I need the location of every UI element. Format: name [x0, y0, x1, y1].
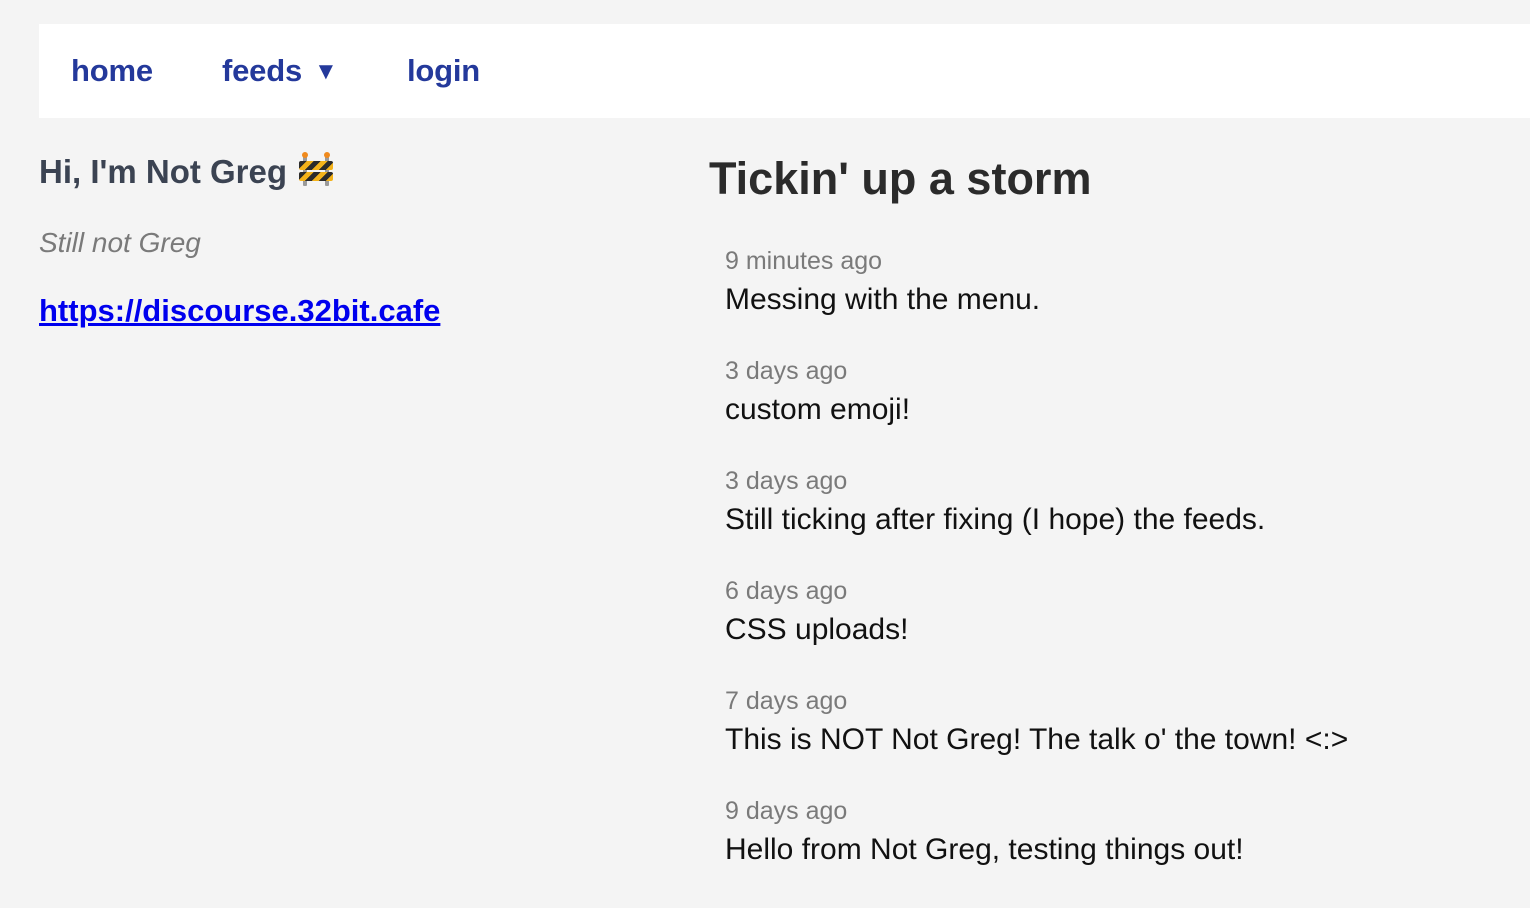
feed-item: 3 days ago Still ticking after fixing (I…	[725, 464, 1348, 574]
feed-item: 7 days ago This is NOT Not Greg! The tal…	[725, 684, 1348, 794]
feed-item-text: This is NOT Not Greg! The talk o' the to…	[725, 723, 1349, 756]
feed-title: Tickin' up a storm	[709, 153, 1092, 204]
feed-item-timestamp[interactable]: 6 days ago	[725, 574, 1348, 608]
feed-item: 3 days ago custom emoji!	[725, 354, 1348, 464]
feed-item: 6 days ago CSS uploads!	[725, 574, 1348, 684]
feed-item-text: Still ticking after fixing (I hope) the …	[725, 503, 1266, 536]
feed-item: 9 minutes ago Messing with the menu.	[725, 244, 1348, 354]
feed-item-text: custom emoji!	[725, 393, 911, 426]
profile-section: Hi, I'm Not Greg Still not Greg https://…	[39, 150, 659, 328]
feed-item-text: Messing with the menu.	[725, 283, 1041, 316]
profile-name: Hi, I'm Not Greg	[39, 153, 288, 190]
feed-item: 9 days ago Hello from Not Greg, testing …	[725, 794, 1348, 904]
feed-item-timestamp[interactable]: 7 days ago	[725, 684, 1348, 718]
nav-home-link[interactable]: home	[71, 53, 153, 89]
nav-login-link[interactable]: login	[407, 53, 480, 89]
feed-item-timestamp[interactable]: 3 days ago	[725, 354, 1348, 388]
feed-section: Tickin' up a storm 9 minutes ago Messing…	[709, 150, 1509, 866]
feed-list: 9 minutes ago Messing with the menu. 3 d…	[725, 244, 1348, 904]
construction-barrier-icon	[299, 152, 334, 186]
nav-feeds-label: feeds	[222, 53, 302, 88]
feed-item-text: CSS uploads!	[725, 613, 909, 646]
chevron-down-icon: ▼	[313, 58, 338, 85]
feed-item-timestamp[interactable]: 9 minutes ago	[725, 244, 1348, 278]
feed-item-timestamp[interactable]: 3 days ago	[725, 464, 1348, 498]
feed-item-timestamp[interactable]: 9 days ago	[725, 794, 1348, 828]
profile-heading: Hi, I'm Not Greg	[39, 150, 659, 194]
nav-feeds-dropdown[interactable]: feeds ▼	[222, 53, 338, 89]
feed-item-text: Hello from Not Greg, testing things out!	[725, 833, 1244, 866]
profile-tagline: Still not Greg	[39, 227, 201, 258]
profile-website-link[interactable]: https://discourse.32bit.cafe	[39, 293, 440, 329]
top-navbar: home feeds ▼ login	[39, 24, 1530, 118]
